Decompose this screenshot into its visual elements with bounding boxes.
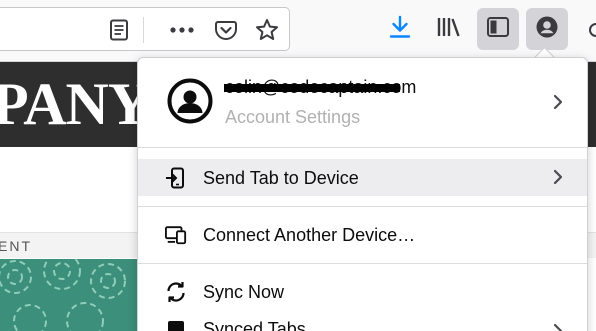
url-bar[interactable] — [0, 7, 290, 51]
library-button[interactable] — [428, 8, 470, 50]
connect-device-icon — [165, 224, 187, 246]
send-tab-label: Send Tab to Device — [203, 168, 359, 188]
bookmark-star-icon[interactable] — [255, 18, 279, 42]
page-actions-icon[interactable] — [170, 18, 194, 42]
library-icon — [436, 15, 462, 44]
separator — [138, 263, 587, 264]
account-settings-row[interactable]: colin@codecaptain.com Account Settings — [138, 58, 587, 147]
separator — [138, 147, 587, 148]
gears-illustration — [0, 259, 140, 331]
synced-tabs-icon — [165, 318, 187, 331]
send-tab-icon — [165, 167, 187, 189]
account-panel: colin@codecaptain.com Account Settings S… — [137, 57, 588, 331]
sidebars-button[interactable] — [477, 8, 519, 50]
sync-now-label: Sync Now — [203, 282, 285, 302]
connect-device-label: Connect Another Device… — [203, 225, 416, 245]
sidebars-icon — [486, 16, 510, 43]
chevron-right-icon — [551, 323, 565, 331]
site-banner-text: PANY — [0, 71, 151, 137]
sync-icon — [165, 281, 187, 303]
avatar — [167, 78, 213, 124]
account-settings-label: Account Settings — [225, 107, 361, 127]
sync-now-item[interactable]: Sync Now — [138, 273, 587, 310]
account-icon — [535, 15, 559, 44]
overflow-icon[interactable] — [586, 22, 596, 38]
synced-tabs-label: Synced Tabs — [203, 319, 306, 331]
separator — [138, 206, 587, 207]
email-redaction-bar — [224, 84, 400, 92]
chevron-right-icon — [551, 94, 565, 110]
pocket-icon[interactable] — [214, 18, 238, 42]
downloads-button[interactable] — [379, 8, 421, 50]
send-tab-to-device-item[interactable]: Send Tab to Device — [138, 159, 587, 196]
connect-another-device-item[interactable]: Connect Another Device… — [138, 216, 587, 253]
browser-toolbar — [0, 0, 596, 62]
urlbar-separator — [143, 17, 144, 43]
reader-view-icon[interactable] — [107, 18, 131, 42]
downloads-icon — [389, 15, 411, 44]
site-nav-text: ENT — [0, 238, 32, 254]
synced-tabs-item[interactable]: Synced Tabs — [138, 310, 587, 331]
chevron-right-icon — [551, 169, 565, 185]
account-button[interactable] — [526, 8, 568, 50]
